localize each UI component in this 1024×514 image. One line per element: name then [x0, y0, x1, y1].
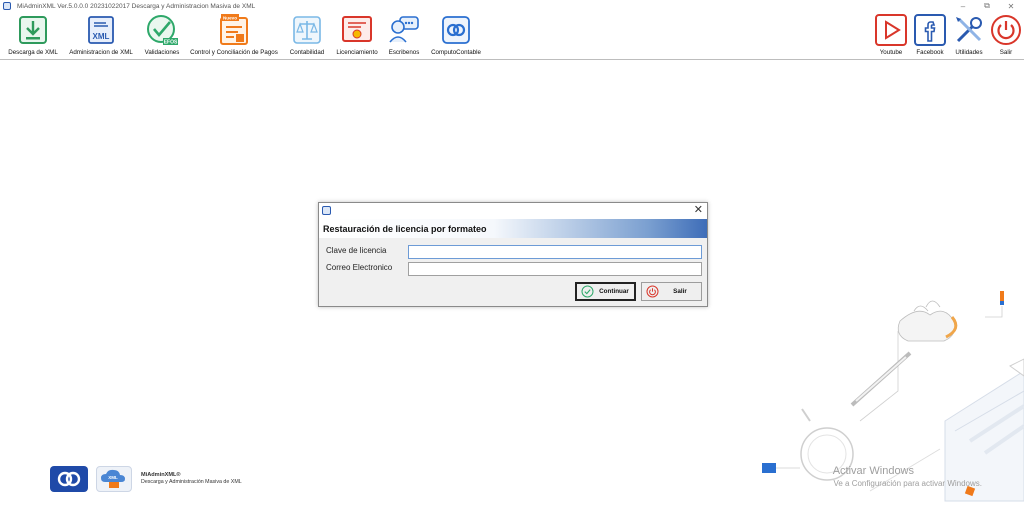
- window-titlebar: MiAdminXML Ver.5.0.0.0 20231022017 Desca…: [0, 0, 1024, 12]
- toolbar-escribenos[interactable]: Escribenos: [386, 14, 422, 56]
- toolbar-utilidades[interactable]: Utilidades: [952, 14, 986, 56]
- minimize-button[interactable]: –: [952, 0, 974, 12]
- continue-label: Continuar: [599, 288, 629, 295]
- miadminxml-logo: XML: [96, 466, 132, 492]
- check-circle-icon: EFOS: [146, 14, 178, 46]
- power-icon: [646, 285, 659, 298]
- license-key-row: Clave de licencia: [319, 245, 707, 259]
- toolbar-facebook[interactable]: Facebook: [913, 14, 947, 56]
- dialog-titlebar: ✕: [319, 203, 707, 219]
- email-row: Correo Electronico: [319, 262, 707, 276]
- license-key-label: Clave de licencia: [326, 246, 387, 255]
- email-label: Correo Electronico: [326, 263, 393, 272]
- toolbar-label: Utilidades: [955, 49, 983, 56]
- brand-text: MiAdminXML® Descarga y Administración Ma…: [141, 472, 242, 486]
- toolbar-descarga-xml[interactable]: Descarga de XML: [8, 14, 58, 56]
- xml-document-icon: XML: [85, 14, 117, 46]
- exit-label: Salir: [673, 288, 687, 295]
- activation-watermark-title: Activar Windows: [832, 465, 914, 477]
- download-icon: [17, 14, 49, 46]
- toolbar-label: Contabilidad: [289, 49, 325, 56]
- toolbar-label: Escribenos: [388, 49, 420, 56]
- facebook-icon: [914, 14, 946, 46]
- payments-icon: Nuevo: [218, 14, 250, 46]
- dialog-app-icon: [322, 206, 331, 215]
- check-icon: [581, 285, 594, 298]
- toolbar-label: Licenciamiento: [336, 49, 378, 56]
- power-icon: [990, 14, 1022, 46]
- certificate-icon: [341, 14, 373, 46]
- tools-icon: [953, 14, 985, 46]
- svg-text:Nuevo: Nuevo: [223, 16, 237, 21]
- toolbar-label: Descarga de XML: [8, 49, 58, 56]
- computo-logo: [50, 466, 88, 492]
- toolbar-youtube[interactable]: Youtube: [875, 14, 907, 56]
- activation-watermark-subtitle: Ve a Configuración para activar Windows.: [833, 479, 982, 488]
- toolbar-label: Control y Conciliación de Pagos: [190, 49, 278, 56]
- chat-icon: [388, 14, 420, 46]
- exit-button[interactable]: Salir: [641, 282, 702, 301]
- balance-scale-icon: [291, 14, 323, 46]
- decorative-illustration: [762, 291, 1024, 502]
- svg-text:XML: XML: [108, 475, 118, 480]
- svg-text:EFOS: EFOS: [164, 40, 178, 46]
- brand-name: MiAdminXML®: [141, 472, 181, 478]
- toolbar-control-conciliacion-pagos[interactable]: Nuevo Control y Conciliación de Pagos: [188, 14, 280, 56]
- toolbar-contabilidad[interactable]: Contabilidad: [288, 14, 326, 56]
- dialog-heading: Restauración de licencia por formateo: [323, 223, 487, 234]
- toolbar-label: Youtube: [879, 49, 903, 56]
- footer-branding: XML MiAdminXML® Descarga y Administració…: [50, 466, 242, 492]
- toolbar-label: Facebook: [916, 49, 944, 56]
- license-restore-dialog: ✕ Restauración de licencia por formateo …: [318, 202, 708, 307]
- toolbar-computocontable[interactable]: ComputoContable: [428, 14, 484, 56]
- main-toolbar: Descarga de XML XML Administracion de XM…: [0, 12, 1024, 60]
- toolbar-label: ComputoContable: [431, 49, 481, 56]
- svg-text:XML: XML: [93, 32, 110, 41]
- toolbar-validaciones[interactable]: EFOS Validaciones: [143, 14, 181, 56]
- close-window-button[interactable]: ✕: [1000, 0, 1022, 12]
- app-icon: [3, 2, 11, 10]
- license-key-input[interactable]: [408, 245, 702, 259]
- toolbar-administracion-xml[interactable]: XML Administracion de XML: [66, 14, 136, 56]
- computo-logo-icon: [440, 14, 472, 46]
- email-input[interactable]: [408, 262, 702, 276]
- toolbar-label: Validaciones: [144, 49, 180, 56]
- youtube-play-icon: [875, 14, 907, 46]
- toolbar-licenciamiento[interactable]: Licenciamiento: [334, 14, 380, 56]
- dialog-close-button[interactable]: ✕: [694, 204, 703, 217]
- restore-button[interactable]: ⧉: [976, 0, 998, 12]
- brand-tagline: Descarga y Administración Masiva de XML: [141, 479, 242, 485]
- toolbar-salir[interactable]: Salir: [990, 14, 1022, 56]
- toolbar-label: Salir: [999, 49, 1013, 56]
- dialog-header: Restauración de licencia por formateo: [319, 219, 707, 238]
- continue-button[interactable]: Continuar: [575, 282, 636, 301]
- toolbar-label: Administracion de XML: [69, 49, 133, 56]
- window-title: MiAdminXML Ver.5.0.0.0 20231022017 Desca…: [17, 2, 256, 10]
